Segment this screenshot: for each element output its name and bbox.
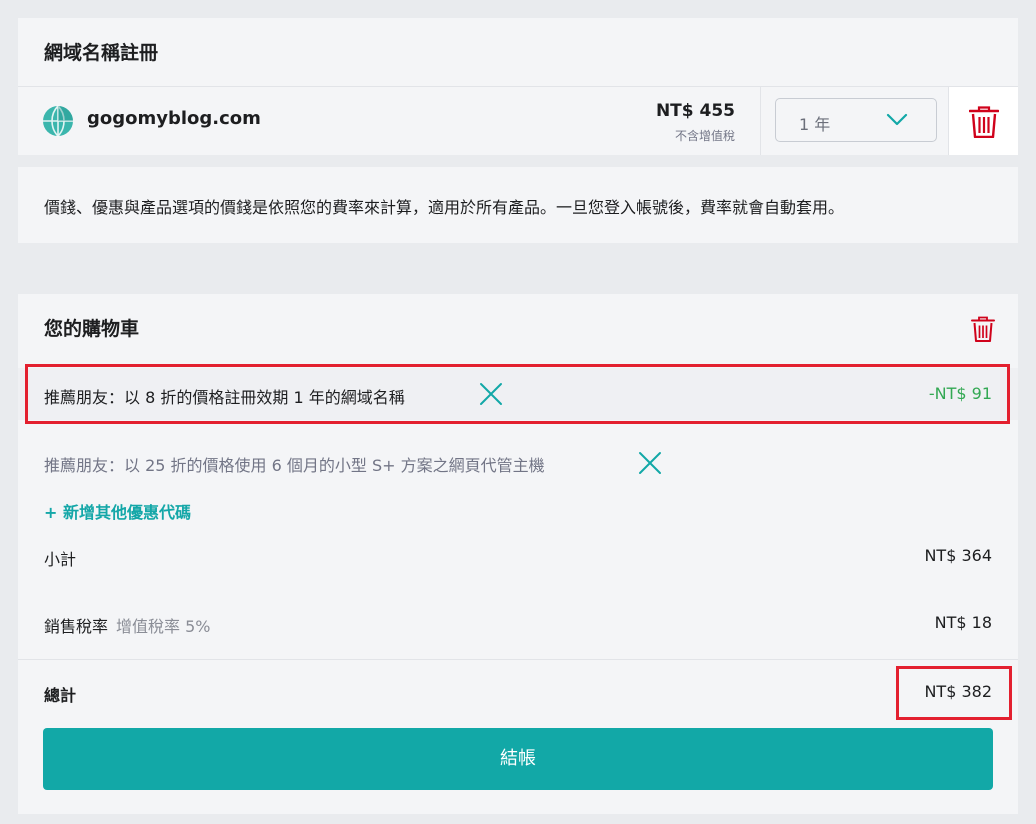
cart-title: 您的購物車 xyxy=(44,318,140,340)
globe-icon xyxy=(43,105,73,137)
clear-cart-trash-icon[interactable] xyxy=(971,316,995,342)
highlight-box xyxy=(25,364,1010,424)
remove-domain-cell xyxy=(949,87,1018,155)
remove-promo-close-icon[interactable] xyxy=(638,451,662,475)
period-select[interactable]: 1 年 xyxy=(775,98,937,142)
tax-label: 銷售稅率 xyxy=(44,617,109,636)
pricing-notice: 價錢、優惠與產品選項的價錢是依照您的費率來計算，適用於所有產品。一旦您登入帳號後… xyxy=(18,167,1018,243)
period-cell: 1 年 xyxy=(760,87,949,155)
domain-name: gogomyblog.com xyxy=(87,108,261,129)
add-promo-code-link[interactable]: + 新增其他優惠代碼 xyxy=(44,499,191,523)
tax-rate-note: 增值稅率 5% xyxy=(116,617,211,636)
checkout-button[interactable]: 結帳 xyxy=(43,728,993,790)
cart-panel: 您的購物車 推薦朋友：以 8 折的價格註冊效期 1 年的網域名稱 -NT$ 91… xyxy=(18,294,1018,814)
domain-panel-title: 網域名稱註冊 xyxy=(18,18,1018,87)
domain-registration-panel: 網域名稱註冊 gogomyblog.com NT$ 455 不含增值稅 1 年 xyxy=(18,18,1018,155)
domain-item-row: gogomyblog.com NT$ 455 不含增值稅 1 年 xyxy=(18,87,1018,155)
tax-value: NT$ 18 xyxy=(934,613,992,632)
highlight-box xyxy=(896,666,1012,720)
divider xyxy=(18,659,1018,660)
price-tax-note: 不含增值稅 xyxy=(674,129,735,143)
promo-row: 推薦朋友：以 25 折的價格使用 6 個月的小型 S+ 方案之網頁代管主機 xyxy=(18,440,1018,484)
domain-price: NT$ 455 xyxy=(655,101,735,121)
total-label: 總計 xyxy=(44,686,77,705)
tax-row-label: 銷售稅率 增值稅率 5% xyxy=(44,613,211,637)
subtotal-value: NT$ 364 xyxy=(924,546,992,565)
trash-icon[interactable] xyxy=(969,106,999,138)
subtotal-label: 小計 xyxy=(44,550,77,569)
period-value: 1 年 xyxy=(799,115,831,134)
promo-label: 推薦朋友：以 25 折的價格使用 6 個月的小型 S+ 方案之網頁代管主機 xyxy=(44,456,545,475)
chevron-down-icon xyxy=(886,113,908,126)
